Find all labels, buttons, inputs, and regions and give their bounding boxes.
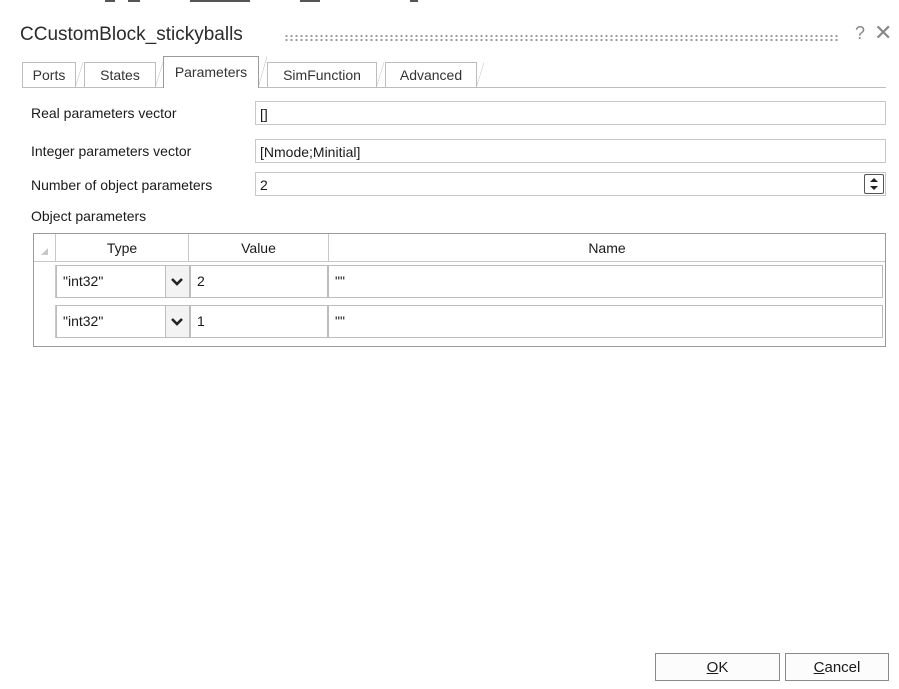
chevron-down-icon[interactable] xyxy=(166,305,190,338)
value-cell[interactable]: 1 xyxy=(190,305,328,338)
ok-button[interactable]: OK xyxy=(655,653,780,681)
tab-simfunction[interactable]: SimFunction xyxy=(267,62,384,88)
number-of-object-parameters-stepper[interactable]: 2 xyxy=(255,172,886,196)
tab-ports[interactable]: Ports xyxy=(22,62,83,88)
real-parameters-input[interactable]: [] xyxy=(255,101,886,125)
number-of-object-parameters-value: 2 xyxy=(260,177,268,193)
tab-advanced-label: Advanced xyxy=(399,67,463,83)
tab-parameters[interactable]: Parameters xyxy=(163,56,267,88)
column-header-name[interactable]: Name xyxy=(329,234,885,262)
background-window-fragment xyxy=(0,0,899,6)
ok-mnemonic: O xyxy=(706,659,719,676)
integer-parameters-input[interactable]: [Nmode;Minitial] xyxy=(255,139,886,163)
tab-states-label: States xyxy=(100,67,140,83)
type-select[interactable]: "int32" xyxy=(56,265,166,298)
dialog-title: CCustomBlock_stickyballs xyxy=(20,24,243,45)
row-header[interactable] xyxy=(34,305,56,338)
select-all-corner[interactable] xyxy=(34,234,56,262)
table-row: "int32" 1 "" xyxy=(34,302,885,338)
help-icon[interactable]: ? xyxy=(855,23,865,44)
tab-advanced[interactable]: Advanced xyxy=(385,62,484,88)
real-parameters-label: Real parameters vector xyxy=(31,105,177,121)
name-cell[interactable]: "" xyxy=(328,265,883,298)
cancel-mnemonic: C xyxy=(813,659,825,676)
tab-baseline xyxy=(22,87,886,88)
number-of-object-parameters-label: Number of object parameters xyxy=(31,177,213,193)
tab-states[interactable]: States xyxy=(84,62,163,88)
close-icon[interactable]: ✕ xyxy=(874,20,892,46)
spin-updown-icon[interactable] xyxy=(864,174,884,194)
tab-strip: Ports States Parameters SimFunction Adva… xyxy=(22,56,892,88)
table-row: "int32" 2 "" xyxy=(34,262,885,298)
tab-ports-label: Ports xyxy=(32,67,66,83)
column-header-value[interactable]: Value xyxy=(189,234,329,262)
drag-grip[interactable] xyxy=(284,34,840,43)
integer-parameters-label: Integer parameters vector xyxy=(31,143,192,159)
chevron-down-icon[interactable] xyxy=(166,265,190,298)
name-cell[interactable]: "" xyxy=(328,305,883,338)
type-select[interactable]: "int32" xyxy=(56,305,166,338)
dialog-titlebar[interactable]: CCustomBlock_stickyballs ? ✕ xyxy=(0,20,899,52)
row-header[interactable] xyxy=(34,265,56,298)
tab-parameters-label: Parameters xyxy=(174,64,248,80)
tab-simfunction-label: SimFunction xyxy=(283,67,361,83)
object-parameters-grid: Type Value Name "int32" 2 "" "int32" 1 "… xyxy=(33,233,886,347)
cancel-label-rest: ancel xyxy=(824,659,861,676)
cancel-button[interactable]: Cancel xyxy=(785,653,889,681)
column-header-type[interactable]: Type xyxy=(56,234,189,262)
object-parameters-label: Object parameters xyxy=(31,208,147,224)
ok-label-rest: K xyxy=(718,659,729,676)
value-cell[interactable]: 2 xyxy=(190,265,328,298)
